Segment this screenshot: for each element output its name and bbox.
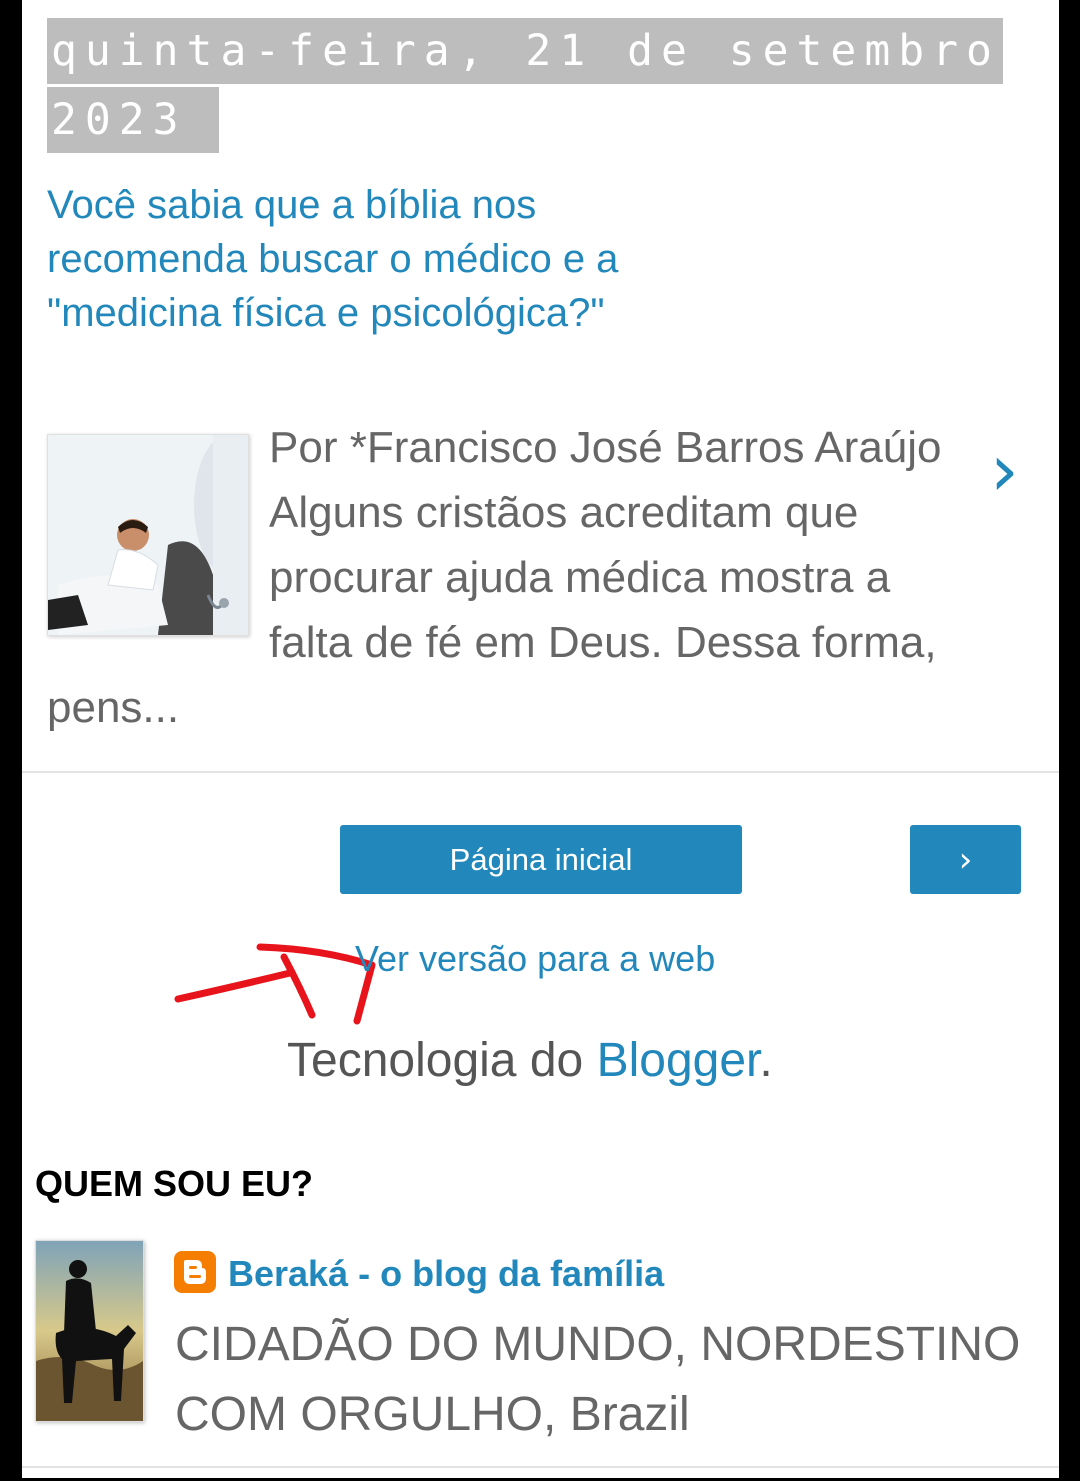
home-page-button[interactable]: Página inicial <box>340 825 742 894</box>
divider <box>22 771 1059 773</box>
profile-avatar[interactable] <box>35 1240 144 1422</box>
mobile-blog-page: quinta-feira, 21 de setembro de 2023 Voc… <box>22 0 1059 1478</box>
blogger-icon <box>174 1251 216 1293</box>
post-date-line-1: quinta-feira, 21 de setembro de <box>47 18 1059 84</box>
divider <box>22 1466 1059 1468</box>
blog-name-link[interactable]: Beraká - o blog da família <box>228 1253 664 1295</box>
post-title-link[interactable]: Você sabia que a bíblia nos recomenda bu… <box>47 178 687 340</box>
profile-location: CIDADÃO DO MUNDO, NORDESTINO COM ORGULHO… <box>175 1318 1021 1441</box>
powered-prefix: Tecnologia do <box>287 1034 597 1087</box>
profile-heading: QUEM SOU EU? <box>35 1163 314 1204</box>
post-snippet: Por *Francisco José Barros Araújo Alguns… <box>47 415 967 740</box>
chevron-right-icon[interactable]: › <box>990 430 1019 510</box>
blogger-link[interactable]: Blogger <box>597 1034 760 1087</box>
post-date-line-2: 2023 <box>47 87 219 153</box>
red-arrow-annotation <box>174 943 376 1025</box>
powered-suffix: . <box>759 1034 773 1087</box>
web-version-link[interactable]: Ver versão para a web <box>355 938 715 980</box>
next-page-button[interactable]: › <box>910 825 1021 894</box>
powered-by-text: Tecnologia do Blogger. <box>287 1033 773 1088</box>
rider-silhouette-image <box>36 1241 143 1421</box>
